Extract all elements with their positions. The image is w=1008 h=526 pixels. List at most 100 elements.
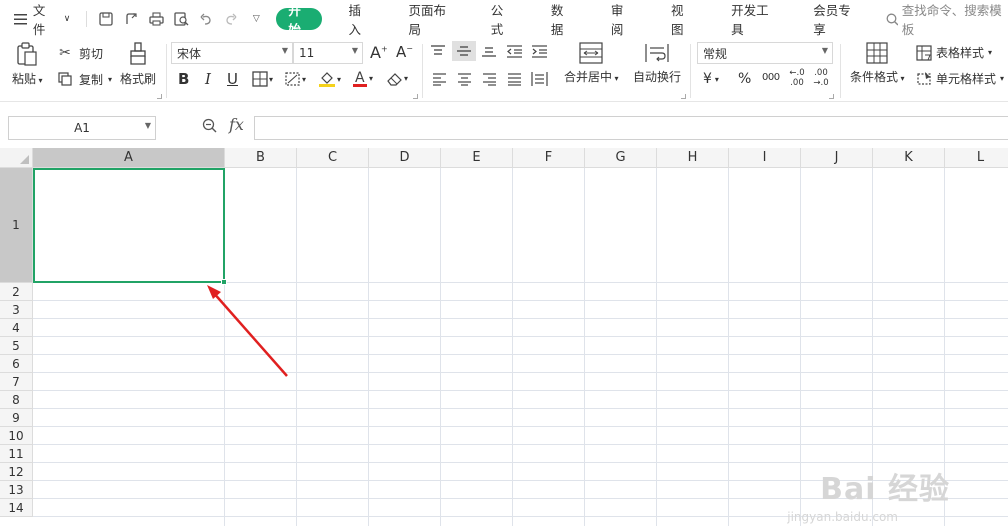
borders-button[interactable]: ▾: [252, 71, 273, 87]
tab-formulas[interactable]: 公式: [479, 3, 525, 37]
row-header-2[interactable]: 2: [0, 283, 33, 301]
select-all-button[interactable]: [0, 148, 33, 168]
selected-cell-a1[interactable]: [33, 168, 227, 285]
increase-decimal-button[interactable]: ←.0 .00: [787, 68, 807, 88]
column-header-h[interactable]: H: [657, 148, 729, 168]
font-size-select[interactable]: 11 ▼: [293, 42, 363, 64]
row-header-14[interactable]: 14: [0, 499, 33, 517]
align-middle-button[interactable]: [452, 41, 476, 61]
align-bottom-button[interactable]: [481, 44, 497, 58]
copy-button[interactable]: 复制 ▾: [56, 70, 112, 88]
format-painter-button[interactable]: 格式刷: [120, 42, 156, 87]
decrease-decimal-button[interactable]: .00 →.0: [811, 68, 831, 88]
save-icon[interactable]: [98, 11, 114, 27]
decrease-indent-button[interactable]: [506, 44, 523, 58]
merge-center-button[interactable]: 合并居中 ▾: [564, 42, 619, 85]
column-header-i[interactable]: I: [729, 148, 801, 168]
column-header-e[interactable]: E: [441, 148, 513, 168]
brush-icon: [130, 42, 146, 65]
tab-view[interactable]: 视图: [659, 3, 705, 37]
row-header-12[interactable]: 12: [0, 463, 33, 481]
zoom-icon[interactable]: [202, 118, 218, 137]
align-left-button[interactable]: [432, 72, 447, 86]
name-box[interactable]: A1 ▼: [8, 116, 156, 140]
number-format-select[interactable]: 常规 ▼: [697, 42, 833, 64]
align-right-button[interactable]: [482, 72, 497, 86]
increase-indent-button[interactable]: [531, 44, 548, 58]
thousands-separator-button[interactable]: 000: [762, 72, 780, 83]
decrease-font-button[interactable]: A−: [396, 43, 413, 61]
print-preview-icon[interactable]: [173, 11, 189, 27]
undo-icon[interactable]: [198, 11, 214, 27]
percent-button[interactable]: %: [738, 71, 751, 87]
align-top-button[interactable]: [430, 44, 446, 58]
italic-button[interactable]: I: [205, 70, 211, 88]
column-header-k[interactable]: K: [873, 148, 945, 168]
distribute-button[interactable]: [531, 71, 548, 87]
row-header-1[interactable]: 1: [0, 168, 33, 283]
cell-shading-button[interactable]: ▾: [285, 71, 306, 87]
dialog-launcher-icon[interactable]: [413, 94, 418, 99]
column-header-a[interactable]: A: [33, 148, 225, 168]
row-header-10[interactable]: 10: [0, 427, 33, 445]
conditional-format-button[interactable]: 条件格式 ▾: [850, 42, 905, 85]
gridline: [368, 168, 369, 526]
distribute-icon: [531, 72, 548, 86]
column-header-l[interactable]: L: [945, 148, 1008, 168]
tab-home[interactable]: 开始: [276, 3, 323, 37]
search-icon: [886, 13, 898, 25]
column-header-d[interactable]: D: [369, 148, 441, 168]
redo-icon[interactable]: [223, 11, 239, 27]
tab-developer[interactable]: 开发工具: [719, 3, 787, 37]
table-style-button[interactable]: 表格样式 ▾: [916, 44, 992, 61]
column-header-g[interactable]: G: [585, 148, 657, 168]
column-header-f[interactable]: F: [513, 148, 585, 168]
row-header-5[interactable]: 5: [0, 337, 33, 355]
gridline: [656, 168, 657, 526]
dialog-launcher-icon[interactable]: [157, 94, 162, 99]
table-style-icon: [916, 44, 932, 61]
currency-button[interactable]: ¥ ▾: [703, 71, 719, 87]
export-icon[interactable]: [123, 11, 139, 27]
dialog-launcher-icon[interactable]: [829, 94, 834, 99]
row-header-9[interactable]: 9: [0, 409, 33, 427]
cut-button[interactable]: ✂ 剪切: [56, 44, 103, 62]
row-header-7[interactable]: 7: [0, 373, 33, 391]
svg-text:A: A: [355, 70, 365, 86]
cell-style-button[interactable]: 单元格样式 ▾: [916, 70, 1004, 87]
row-header-6[interactable]: 6: [0, 355, 33, 373]
tab-page-layout[interactable]: 页面布局: [397, 3, 465, 37]
tab-data[interactable]: 数据: [539, 3, 585, 37]
tab-insert[interactable]: 插入: [336, 3, 382, 37]
print-icon[interactable]: [148, 11, 164, 27]
bold-button[interactable]: B: [178, 70, 189, 88]
font-name-select[interactable]: 宋体 ▼: [171, 42, 293, 64]
column-header-j[interactable]: J: [801, 148, 873, 168]
command-search[interactable]: 查找命令、搜索模板: [886, 0, 1008, 38]
file-menu[interactable]: 文件 ∨: [0, 0, 70, 38]
row-header-13[interactable]: 13: [0, 481, 33, 499]
formula-input[interactable]: [254, 116, 1008, 140]
row-header-8[interactable]: 8: [0, 391, 33, 409]
column-header-c[interactable]: C: [297, 148, 369, 168]
row-header-11[interactable]: 11: [0, 445, 33, 463]
row-header-4[interactable]: 4: [0, 319, 33, 337]
align-left-icon: [433, 73, 446, 86]
tab-review[interactable]: 审阅: [599, 3, 645, 37]
paste-button[interactable]: 粘贴 ▾: [12, 42, 43, 87]
align-center-button[interactable]: [457, 72, 472, 86]
fill-handle[interactable]: [221, 279, 227, 285]
column-header-b[interactable]: B: [225, 148, 297, 168]
row-header-3[interactable]: 3: [0, 301, 33, 319]
customize-toolbar-icon[interactable]: ▽: [248, 11, 264, 27]
tab-member[interactable]: 会员专享: [801, 3, 869, 37]
dialog-launcher-icon[interactable]: [681, 94, 686, 99]
clear-button[interactable]: ▾: [386, 70, 408, 87]
underline-button[interactable]: U: [227, 70, 238, 88]
fill-color-button[interactable]: ▾: [318, 70, 341, 88]
justify-button[interactable]: [507, 72, 522, 86]
increase-font-button[interactable]: A+: [370, 43, 388, 62]
insert-function-button[interactable]: fx: [229, 115, 244, 134]
font-color-button[interactable]: A ▾: [352, 69, 373, 88]
wrap-text-button[interactable]: 自动换行: [633, 42, 681, 85]
